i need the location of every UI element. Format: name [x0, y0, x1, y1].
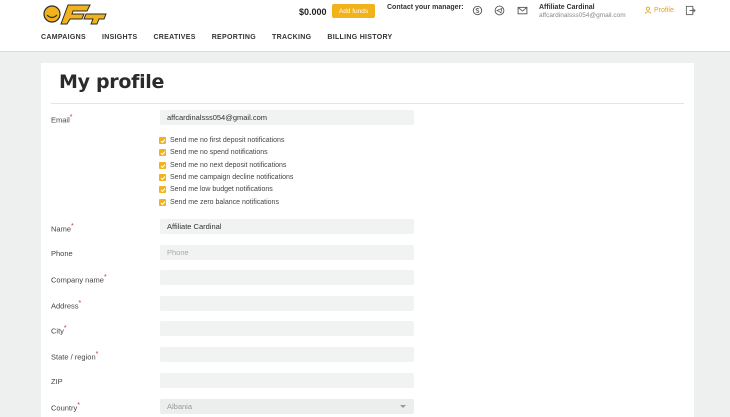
chevron-down-icon [400, 405, 406, 408]
balance-amount: $0.000 [299, 7, 327, 17]
profile-link-label: Profile [654, 6, 674, 14]
page-title: My profile [59, 71, 165, 93]
user-email: affcardinalsss054@gmail.com [539, 12, 626, 19]
city-label: City* [51, 325, 67, 336]
fatads-logo[interactable] [42, 2, 112, 26]
title-divider [51, 103, 684, 104]
email-label: Email* [51, 114, 73, 125]
skype-icon[interactable] [471, 4, 483, 16]
notif-spend[interactable]: Send me no spend notifications [159, 149, 268, 156]
address-label: Address* [51, 300, 82, 311]
top-header: $0.000 Add funds Contact your manager: A… [0, 0, 730, 52]
logout-icon[interactable] [685, 5, 696, 16]
checkbox-checked-icon[interactable] [159, 149, 166, 156]
user-icon [644, 6, 652, 14]
nav-billing-history[interactable]: BILLING HISTORY [327, 34, 392, 41]
state-input[interactable] [160, 347, 414, 362]
country-value: Albania [167, 402, 193, 411]
city-input[interactable] [160, 321, 414, 336]
notif-label: Send me no spend notifications [170, 149, 268, 156]
phone-label: Phone [51, 249, 73, 258]
address-input[interactable] [160, 296, 414, 311]
notif-label: Send me no first deposit notifications [170, 137, 285, 144]
nav-reporting[interactable]: REPORTING [212, 34, 256, 41]
notif-campaign-decline[interactable]: Send me campaign decline notifications [159, 174, 293, 181]
checkbox-checked-icon[interactable] [159, 199, 166, 206]
notif-label: Send me campaign decline notifications [170, 174, 294, 181]
nav-creatives[interactable]: CREATIVES [153, 34, 195, 41]
company-input[interactable] [160, 270, 414, 285]
email-field: affcardinalsss054@gmail.com [160, 110, 414, 125]
telegram-icon[interactable] [493, 4, 505, 16]
phone-input[interactable] [160, 245, 414, 260]
main-nav: CAMPAIGNS INSIGHTS CREATIVES REPORTING T… [41, 34, 409, 41]
name-input[interactable] [160, 219, 414, 234]
country-label: Country* [51, 402, 80, 413]
mail-icon[interactable] [516, 4, 528, 16]
checkbox-checked-icon[interactable] [159, 137, 166, 144]
zip-label: ZIP [51, 377, 63, 386]
country-select[interactable]: Albania [160, 399, 414, 414]
notif-low-budget[interactable]: Send me low budget notifications [159, 186, 273, 193]
add-funds-button[interactable]: Add funds [332, 4, 375, 18]
notif-label: Send me zero balance notifications [170, 199, 279, 206]
nav-tracking[interactable]: TRACKING [272, 34, 311, 41]
name-label: Name* [51, 223, 74, 234]
nav-insights[interactable]: INSIGHTS [102, 34, 137, 41]
contact-manager-label: Contact your manager: [387, 4, 464, 11]
nav-campaigns[interactable]: CAMPAIGNS [41, 34, 86, 41]
notif-next-deposit[interactable]: Send me no next deposit notifications [159, 162, 286, 169]
profile-card: My profile Email* affcardinalsss054@gmai… [41, 63, 694, 417]
checkbox-checked-icon[interactable] [159, 174, 166, 181]
profile-link[interactable]: Profile [644, 6, 674, 14]
checkbox-checked-icon[interactable] [159, 186, 166, 193]
company-label: Company name* [51, 274, 107, 285]
notif-first-deposit[interactable]: Send me no first deposit notifications [159, 137, 284, 144]
notif-label: Send me low budget notifications [170, 186, 273, 193]
user-name: Affiliate Cardinal [539, 4, 595, 11]
notif-label: Send me no next deposit notifications [170, 162, 287, 169]
notif-zero-balance[interactable]: Send me zero balance notifications [159, 199, 279, 206]
state-label: State / region* [51, 351, 99, 362]
checkbox-checked-icon[interactable] [159, 162, 166, 169]
zip-input[interactable] [160, 373, 414, 388]
